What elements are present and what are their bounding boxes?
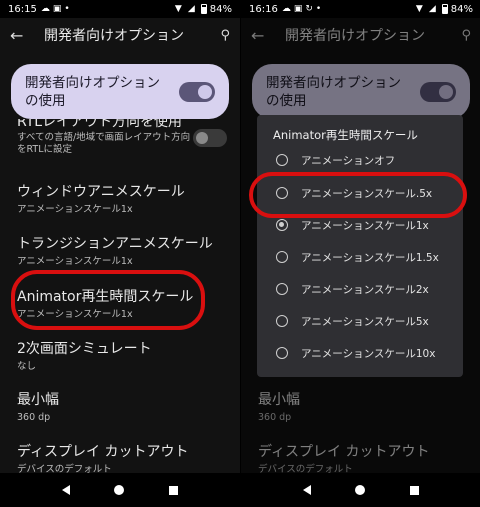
search-icon[interactable]: ⚲ xyxy=(220,28,230,43)
battery-icon xyxy=(441,4,448,14)
option-scale-5x[interactable]: アニメーションスケール5x xyxy=(257,307,463,335)
sync-icon: ↻ xyxy=(305,4,313,14)
option-scale-2x[interactable]: アニメーションスケール2x xyxy=(257,275,463,303)
radio-selected-icon[interactable] xyxy=(276,219,288,231)
list-item-rtl[interactable]: すべての言語/地域で画面レイアウト方向をRTLに設定 xyxy=(17,129,192,156)
list-item-smallest-width[interactable]: 最小幅 360 dp xyxy=(17,389,227,424)
status-time: 16:16 xyxy=(249,3,278,15)
page-title: 開発者向けオプション xyxy=(44,28,184,44)
dot-icon: • xyxy=(315,4,322,14)
list-item-transition-anim[interactable]: トランジションアニメスケール アニメーションスケール1x xyxy=(17,233,227,268)
nav-recents-icon[interactable] xyxy=(409,485,419,495)
image-icon: ▣ xyxy=(293,4,303,14)
nav-bar xyxy=(0,473,240,507)
list-item-secondary-display[interactable]: 2次画面シミュレート なし xyxy=(17,338,227,373)
list-item-display-cutout[interactable]: ディスプレイ カットアウト デバイスのデフォルト xyxy=(17,441,227,476)
rtl-subtitle: すべての言語/地域で画面レイアウト方向をRTLに設定 xyxy=(17,132,191,155)
dialog-title: Animator再生時間スケール xyxy=(273,128,418,142)
list-item-window-anim[interactable]: ウィンドウアニメスケール アニメーションスケール1x xyxy=(17,181,227,216)
animator-scale-dialog: Animator再生時間スケール アニメーションオフ アニメーションスケール.5… xyxy=(257,115,463,377)
option-scale-1-5x[interactable]: アニメーションスケール1.5x xyxy=(257,243,463,271)
highlight-ring xyxy=(249,172,467,218)
highlight-ring xyxy=(11,270,205,330)
master-toggle[interactable] xyxy=(179,81,215,102)
nav-back-icon[interactable] xyxy=(303,485,312,495)
option-scale-10x[interactable]: アニメーションスケール10x xyxy=(257,339,463,367)
status-bar: 16:15 ☁ ▣ • ▼ ◢ 84% xyxy=(0,0,240,18)
nav-back-icon[interactable] xyxy=(62,485,71,495)
radio-icon[interactable] xyxy=(276,283,288,295)
cloud-icon: ☁ xyxy=(281,4,291,14)
cloud-icon: ☁ xyxy=(40,4,50,14)
radio-icon[interactable] xyxy=(276,251,288,263)
rtl-title-cut: RTLレイアウト方向を使用 xyxy=(17,119,183,129)
signal-icon: ◢ xyxy=(428,4,436,14)
option-anim-off[interactable]: アニメーションオフ xyxy=(257,146,463,174)
master-switch-label: 開発者向けオプションの使用 xyxy=(25,74,160,109)
nav-home-icon[interactable] xyxy=(114,485,125,495)
nav-bar xyxy=(241,473,480,507)
status-bar: 16:16 ☁ ▣ ↻ • ▼ ◢ 84% xyxy=(241,0,480,18)
battery-percent: 84% xyxy=(450,3,473,15)
developer-options-master-switch[interactable]: 開発者向けオプションの使用 xyxy=(11,64,229,119)
dot-icon: • xyxy=(64,4,70,14)
wifi-icon: ▼ xyxy=(415,4,423,14)
battery-icon xyxy=(200,4,207,14)
wifi-icon: ▼ xyxy=(174,4,182,14)
radio-icon[interactable] xyxy=(276,315,288,327)
nav-recents-icon[interactable] xyxy=(168,485,178,495)
back-arrow-icon[interactable]: ← xyxy=(10,26,34,45)
status-time: 16:15 xyxy=(8,3,37,15)
battery-percent: 84% xyxy=(209,3,232,15)
left-screen: 16:15 ☁ ▣ • ▼ ◢ 84% ← 開発者向けオプション ⚲ 開発者向け… xyxy=(0,0,240,507)
rtl-toggle[interactable] xyxy=(193,129,227,147)
nav-home-icon[interactable] xyxy=(355,485,366,495)
radio-icon[interactable] xyxy=(276,347,288,359)
signal-icon: ◢ xyxy=(187,4,195,14)
radio-icon[interactable] xyxy=(276,154,288,166)
image-icon: ▣ xyxy=(52,4,62,14)
app-bar: ← 開発者向けオプション ⚲ xyxy=(0,18,240,52)
